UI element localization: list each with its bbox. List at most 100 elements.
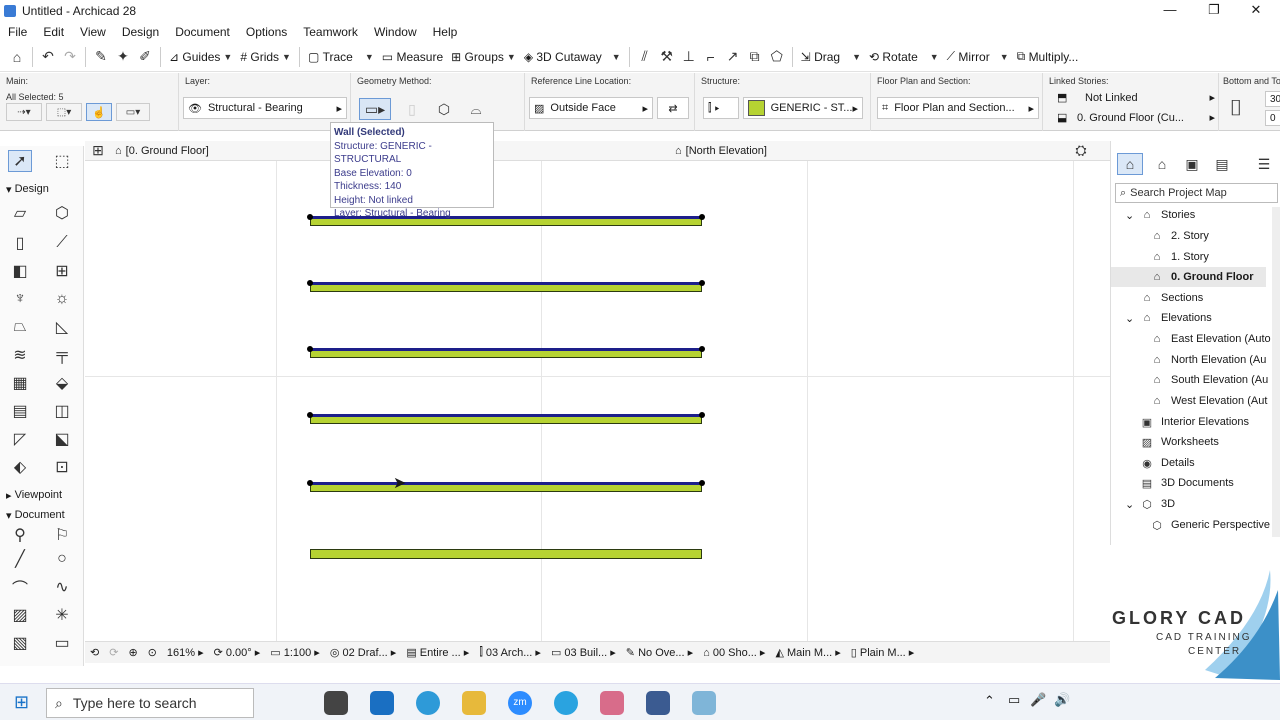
layer-dropdown[interactable]: 👁 Structural - Bearing ▸	[183, 97, 347, 119]
marquee-tool-icon[interactable]: ⬚	[50, 150, 74, 172]
object-tool-icon[interactable]: ♆	[8, 288, 32, 310]
tree-interior-elevations[interactable]: ▣ Interior Elevations	[1139, 412, 1249, 432]
fit-window-icon[interactable]: ⊙	[143, 642, 162, 664]
tab-north-elevation[interactable]: ⌂ [North Elevation]	[675, 145, 767, 157]
wall-4[interactable]	[310, 414, 702, 424]
outlook-icon[interactable]	[370, 691, 394, 715]
3d-cutaway-button[interactable]: ◈ 3D Cutaway ▼	[520, 45, 625, 69]
curtain-wall-tool-icon[interactable]: ▦	[8, 372, 32, 394]
tab-ground-floor[interactable]: ⌂ [0. Ground Floor]	[115, 145, 209, 157]
fill-tool-icon[interactable]: ▨	[8, 604, 32, 626]
project-map-icon[interactable]: ⌂	[1117, 153, 1143, 175]
tree-details[interactable]: ◉ Details	[1139, 453, 1194, 473]
home-icon[interactable]: ⌂	[6, 46, 28, 68]
teamwork-icon[interactable]: ☝	[86, 103, 112, 121]
eyedropper-icon[interactable]: ✎	[90, 46, 112, 68]
tree-story-2[interactable]: ⌂ 2. Story	[1149, 226, 1209, 246]
figure-tool-icon[interactable]: ▧	[8, 632, 32, 654]
menu-window[interactable]: Window	[366, 23, 425, 41]
view-map-icon[interactable]: ⌂	[1151, 153, 1173, 175]
menu-file[interactable]: File	[0, 23, 35, 41]
skylight-tool-icon[interactable]: ◸	[8, 428, 32, 450]
wall-node[interactable]	[307, 346, 313, 352]
document-header[interactable]: ▾ Document	[0, 506, 84, 524]
redo-zoom-icon[interactable]: ⟳	[104, 642, 123, 664]
floorplan-dropdown[interactable]: ⌗ Floor Plan and Section... ▸	[877, 97, 1039, 119]
marquee-icon[interactable]: ⬚▾	[46, 103, 82, 121]
explode-icon[interactable]: ⬠	[766, 46, 788, 68]
wall-node[interactable]	[699, 214, 705, 220]
file-explorer-icon[interactable]	[462, 691, 486, 715]
rotate-button[interactable]: ⟲ Rotate ▼	[865, 45, 943, 69]
multiply-button[interactable]: ⧉ Multiply...	[1013, 45, 1083, 69]
tree-3d-documents[interactable]: ▤ 3D Documents	[1139, 473, 1234, 493]
tree-east-elevation[interactable]: ⌂ East Elevation (Auto	[1149, 329, 1271, 349]
close-button[interactable]: ✕	[1236, 2, 1276, 20]
wall-3[interactable]	[310, 348, 702, 358]
wall-node[interactable]	[307, 280, 313, 286]
task-view-icon[interactable]	[324, 691, 348, 715]
menu-help[interactable]: Help	[425, 23, 466, 41]
wall-end-tool-icon[interactable]: ⊡	[50, 456, 74, 478]
opening-tool-icon[interactable]: ⬕	[50, 428, 74, 450]
window-tool-icon[interactable]: ⊞	[50, 260, 74, 282]
arc-tool-icon[interactable]: ⌒	[8, 576, 32, 598]
tree-worksheets[interactable]: ▨ Worksheets	[1139, 432, 1219, 452]
snipping-icon[interactable]	[692, 691, 716, 715]
wall-node[interactable]	[307, 412, 313, 418]
wall-shape-icon[interactable]: ▭▾	[116, 103, 150, 121]
menu-document[interactable]: Document	[167, 23, 238, 41]
bottom-offset-field[interactable]: 0	[1265, 110, 1280, 126]
tree-3d[interactable]: ⌄ ⬡ 3D	[1125, 494, 1175, 514]
orientation-dropdown[interactable]: ⟳ 0.00° ▸	[209, 642, 266, 664]
volume-icon[interactable]: 🔊	[1054, 692, 1070, 708]
intersect-icon[interactable]: ⊥	[678, 46, 700, 68]
navigator-scrollbar[interactable]	[1272, 207, 1280, 537]
tray-chevron-up-icon[interactable]: ⌃	[984, 693, 995, 709]
tree-south-elevation[interactable]: ⌂ South Elevation (Au	[1149, 370, 1269, 390]
shell-tool-icon[interactable]: ◺	[50, 316, 74, 338]
menu-design[interactable]: Design	[114, 23, 167, 41]
rectangle-wall-icon[interactable]: ⬡	[433, 98, 455, 120]
archicad-taskbar-icon[interactable]	[646, 691, 670, 715]
offset-icon[interactable]: ↗	[722, 46, 744, 68]
mesh-tool-icon[interactable]: ◫	[50, 400, 74, 422]
override-dropdown[interactable]: ✎ No Ove... ▸	[621, 642, 698, 664]
railing-tool-icon[interactable]: ╤	[50, 344, 74, 366]
publisher-sets-icon[interactable]: ▤	[1211, 153, 1233, 175]
edge-icon[interactable]	[416, 691, 440, 715]
line-tool-icon[interactable]: ╱	[8, 548, 32, 570]
beam-tool-icon[interactable]: ⟋	[50, 232, 74, 254]
dimension-dropdown[interactable]: ▭ 03 Buil... ▸	[546, 642, 621, 664]
renovation-dropdown[interactable]: ⌂ 00 Sho... ▸	[698, 642, 770, 664]
lamp-tool-icon[interactable]: ☼	[50, 288, 74, 310]
tree-north-elevation[interactable]: ⌂ North Elevation (Au	[1149, 350, 1267, 370]
tree-generic-perspective[interactable]: ⬡ Generic Perspective	[1149, 515, 1270, 535]
grids-button[interactable]: # Grids ▼	[236, 45, 295, 69]
fillet-icon[interactable]: ⌐	[700, 46, 722, 68]
syringe-icon[interactable]: ✐	[134, 46, 156, 68]
zoom-app-icon[interactable]: zm	[508, 691, 532, 715]
tree-story-1[interactable]: ⌂ 1. Story	[1149, 247, 1209, 267]
zoom-dropdown[interactable]: 161% ▸	[162, 642, 209, 664]
door-tool-icon[interactable]: ◧	[8, 260, 32, 282]
restore-button[interactable]: ❐	[1194, 2, 1234, 20]
selection-arrow-icon[interactable]: ⇢▾	[6, 103, 42, 121]
corner-window-tool-icon[interactable]: ⬖	[8, 456, 32, 478]
structure-type-dropdown[interactable]: ⫿ ▸	[703, 97, 739, 119]
windows-start-icon[interactable]: ⊞	[14, 692, 29, 713]
design-header[interactable]: ▾ Design	[0, 180, 84, 198]
curved-wall-icon[interactable]: ⌓	[465, 98, 487, 120]
spline-tool-icon[interactable]: ∿	[50, 576, 74, 598]
resize-icon[interactable]: ⧉	[744, 46, 766, 68]
label-tool-icon[interactable]: ⚐	[50, 524, 74, 546]
network-icon[interactable]: ▭	[1008, 692, 1020, 708]
flip-refline-button[interactable]: ⇄	[657, 97, 689, 119]
menu-teamwork[interactable]: Teamwork	[295, 23, 366, 41]
measure-button[interactable]: ▭ Measure	[378, 45, 447, 69]
wall-node[interactable]	[699, 412, 705, 418]
model-view-dropdown[interactable]: ▤ Entire ... ▸	[401, 642, 474, 664]
wall-node[interactable]	[699, 480, 705, 486]
menu-options[interactable]: Options	[238, 23, 295, 41]
structure-dropdown[interactable]: GENERIC - ST... ▸	[743, 97, 863, 119]
